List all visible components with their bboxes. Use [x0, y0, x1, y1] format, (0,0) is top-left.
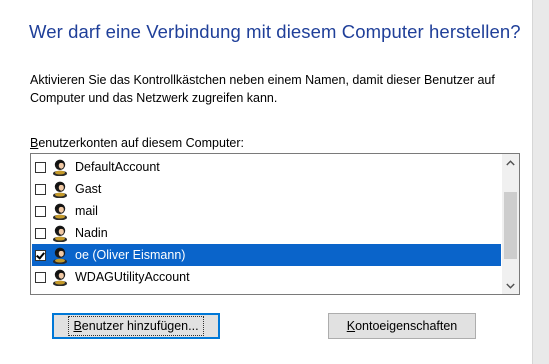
- accounts-list-label: Benutzerkonten auf diesem Computer:: [30, 136, 244, 150]
- chevron-down-icon[interactable]: [502, 277, 519, 294]
- accounts-list-label-text: enutzerkonten auf diesem Computer:: [38, 136, 245, 150]
- account-checkbox[interactable]: [35, 161, 46, 173]
- scrollbar-thumb[interactable]: [504, 192, 517, 259]
- account-name: Nadin: [75, 226, 108, 240]
- dialog-title: Wer darf eine Verbindung mit diesem Comp…: [29, 21, 521, 42]
- account-name: DefaultAccount: [75, 160, 160, 174]
- account-properties-button-text: ontoeigenschaften: [355, 319, 458, 333]
- account-checkbox[interactable]: [35, 227, 46, 239]
- chevron-up-icon[interactable]: [502, 154, 519, 171]
- user-account-icon: [46, 246, 75, 264]
- account-name: Gast: [75, 182, 102, 196]
- instructions-text: Aktivieren Sie das Kontrollkästchen nebe…: [30, 73, 495, 105]
- account-checkbox[interactable]: [35, 183, 46, 195]
- account-row[interactable]: oe (Oliver Eismann): [32, 244, 501, 266]
- add-user-button-mnemonic: B: [73, 319, 82, 333]
- add-user-button[interactable]: Benutzer hinzufügen...: [52, 313, 220, 339]
- user-account-icon: [46, 158, 75, 176]
- account-name: mail: [75, 204, 98, 218]
- account-name: WDAGUtilityAccount: [75, 270, 190, 284]
- user-account-icon: [46, 224, 75, 242]
- user-account-icon: [46, 268, 75, 286]
- account-row[interactable]: DefaultAccount: [32, 156, 501, 178]
- vertical-scrollbar[interactable]: [502, 154, 519, 294]
- account-row[interactable]: Nadin: [32, 222, 501, 244]
- account-name: oe (Oliver Eismann): [75, 248, 186, 262]
- user-account-icon: [46, 202, 75, 220]
- account-properties-button[interactable]: Kontoeigenschaften: [328, 313, 476, 339]
- account-row[interactable]: Gast: [32, 178, 501, 200]
- accounts-list[interactable]: DefaultAccount Gast mail Nadin oe (Oliver Ei…: [30, 153, 520, 295]
- user-account-icon: [46, 180, 75, 198]
- accounts-list-rows: DefaultAccount Gast mail Nadin oe (Oliver Ei…: [32, 156, 501, 288]
- account-checkbox[interactable]: [35, 205, 46, 217]
- allow-connections-dialog: Wer darf eine Verbindung mit diesem Comp…: [0, 0, 533, 364]
- account-row[interactable]: WDAGUtilityAccount: [32, 266, 501, 288]
- add-user-button-text: enutzer hinzufügen...: [81, 319, 199, 333]
- account-row[interactable]: mail: [32, 200, 501, 222]
- account-properties-button-mnemonic: K: [346, 319, 356, 333]
- add-user-button-label: Benutzer hinzufügen...: [68, 316, 204, 336]
- account-checkbox[interactable]: [35, 271, 46, 283]
- account-checkbox[interactable]: [35, 249, 46, 261]
